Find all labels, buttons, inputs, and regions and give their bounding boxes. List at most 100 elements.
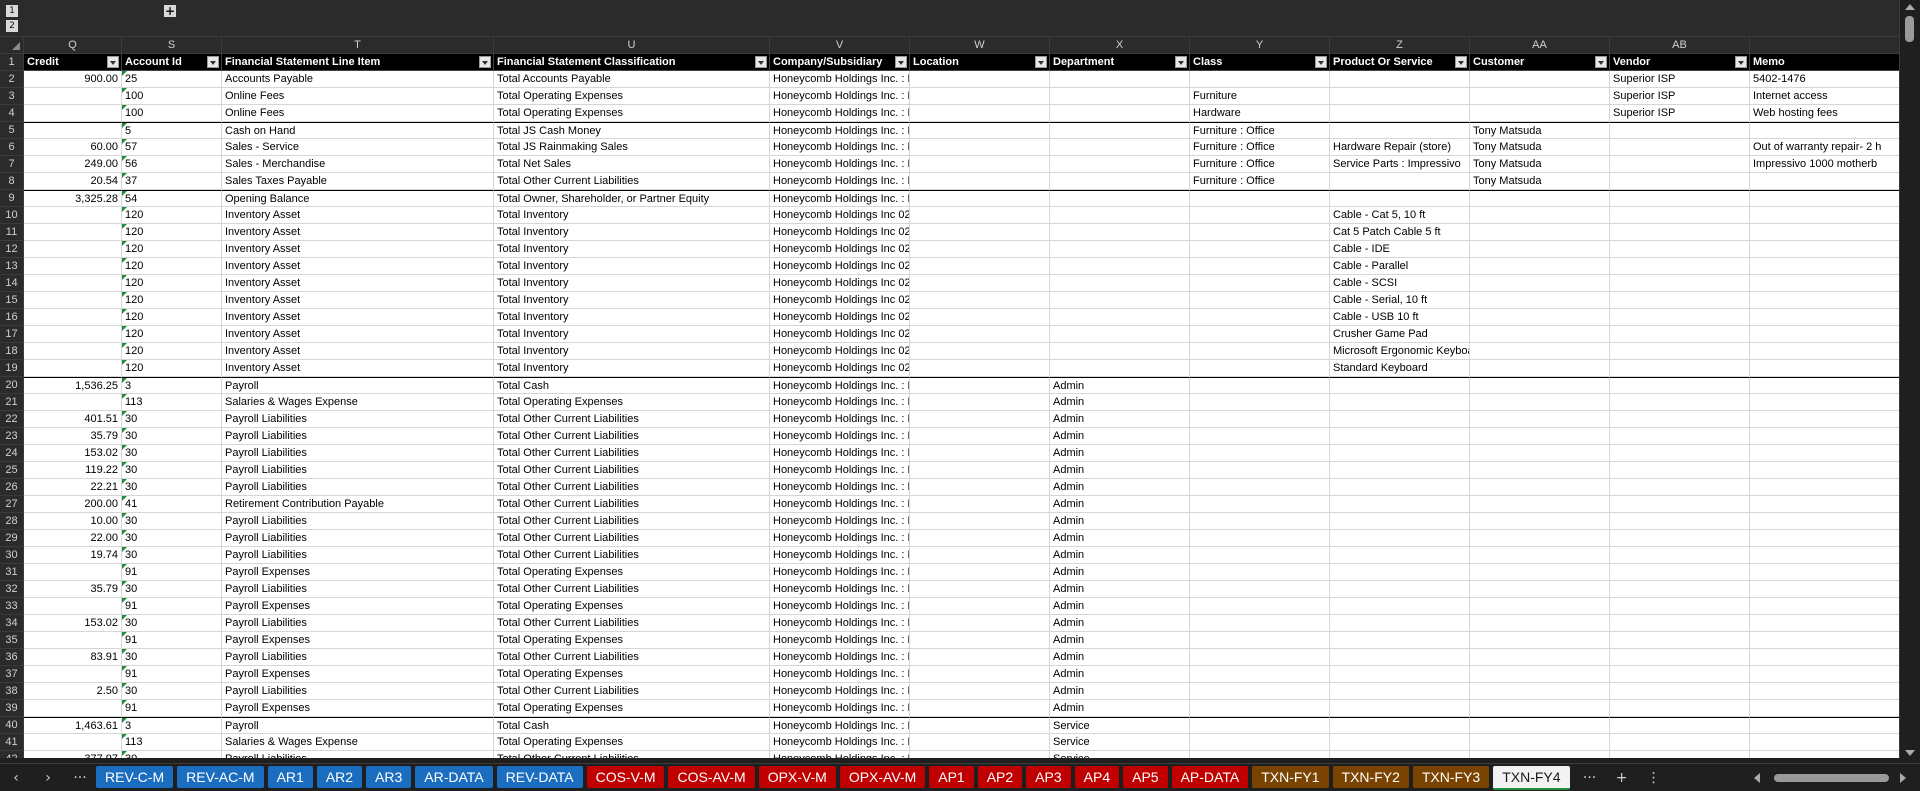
table-cell[interactable] (910, 343, 1050, 360)
row-number[interactable]: 16 (0, 309, 24, 326)
table-cell[interactable] (1750, 173, 1900, 190)
table-cell[interactable]: 30 (122, 513, 222, 530)
table-cell[interactable] (1610, 343, 1750, 360)
table-cell[interactable]: Total Other Current Liabilities (494, 683, 770, 700)
table-cell[interactable] (1330, 394, 1470, 411)
table-cell[interactable]: Honeycomb Holdings Inc 02: Boston (770, 224, 910, 241)
table-cell[interactable] (1190, 513, 1330, 530)
filter-dropdown-icon[interactable] (1455, 56, 1467, 68)
table-cell[interactable] (910, 275, 1050, 292)
table-cell[interactable]: Total Other Current Liabilities (494, 581, 770, 598)
table-cell[interactable] (1050, 207, 1190, 224)
table-cell[interactable]: Payroll Liabilities (222, 462, 494, 479)
table-cell[interactable]: Total JS Rainmaking Sales (494, 139, 770, 156)
table-cell[interactable] (1470, 700, 1610, 717)
table-cell[interactable] (1470, 717, 1610, 734)
table-cell[interactable]: Superior ISP (1610, 71, 1750, 88)
table-cell[interactable] (1470, 428, 1610, 445)
table-cell[interactable] (910, 666, 1050, 683)
table-cell[interactable] (1330, 581, 1470, 598)
table-cell[interactable]: 30 (122, 649, 222, 666)
table-cell[interactable] (1190, 326, 1330, 343)
table-cell[interactable] (1050, 258, 1190, 275)
table-cell[interactable]: Total Inventory (494, 326, 770, 343)
table-cell[interactable] (910, 615, 1050, 632)
table-cell[interactable] (910, 445, 1050, 462)
column-letter[interactable]: Z (1330, 37, 1470, 53)
table-cell[interactable] (1470, 71, 1610, 88)
table-cell[interactable]: 22.21 (24, 479, 122, 496)
table-cell[interactable] (1750, 683, 1900, 700)
table-cell[interactable]: Admin (1050, 530, 1190, 547)
table-cell[interactable] (1610, 700, 1750, 717)
table-cell[interactable]: Honeycomb Holdings Inc. : Honeycomb Mfg. (770, 496, 910, 513)
table-cell[interactable] (1470, 377, 1610, 394)
column-header[interactable]: Class (1190, 54, 1330, 71)
table-cell[interactable] (1050, 360, 1190, 377)
table-cell[interactable] (1610, 156, 1750, 173)
table-cell[interactable]: 57 (122, 139, 222, 156)
table-cell[interactable]: Total Other Current Liabilities (494, 462, 770, 479)
table-cell[interactable] (1750, 360, 1900, 377)
vertical-scrollbar[interactable] (1899, 0, 1920, 758)
table-cell[interactable]: Service (1050, 734, 1190, 751)
table-cell[interactable]: Hardware Repair (store) (1330, 139, 1470, 156)
table-cell[interactable] (1330, 479, 1470, 496)
table-cell[interactable] (910, 700, 1050, 717)
table-cell[interactable] (1330, 190, 1470, 207)
table-cell[interactable] (1610, 751, 1750, 758)
table-cell[interactable] (1330, 717, 1470, 734)
table-cell[interactable]: Total Other Current Liabilities (494, 547, 770, 564)
more-sheets-left-button[interactable]: ··· (64, 770, 96, 786)
table-cell[interactable] (1750, 513, 1900, 530)
sheet-options-button[interactable]: ⋮ (1638, 770, 1670, 786)
table-cell[interactable]: Honeycomb Holdings Inc. : Honeycomb Mfg. (770, 428, 910, 445)
column-letter[interactable]: W (910, 37, 1050, 53)
table-cell[interactable]: Inventory Asset (222, 207, 494, 224)
table-cell[interactable] (910, 377, 1050, 394)
table-cell[interactable] (1330, 615, 1470, 632)
table-cell[interactable] (910, 632, 1050, 649)
table-cell[interactable] (24, 632, 122, 649)
table-cell[interactable] (1750, 717, 1900, 734)
table-cell[interactable]: 30 (122, 411, 222, 428)
table-cell[interactable] (1470, 581, 1610, 598)
table-cell[interactable]: Honeycomb Holdings Inc. : Honeycomb Mfg. (770, 564, 910, 581)
table-cell[interactable]: Furniture : Office (1190, 173, 1330, 190)
table-cell[interactable]: Crusher Game Pad (1330, 326, 1470, 343)
sheet-tab[interactable]: TXN-FY4 (1493, 765, 1570, 790)
row-number[interactable]: 35 (0, 632, 24, 649)
filter-dropdown-icon[interactable] (479, 56, 491, 68)
filter-dropdown-icon[interactable] (755, 56, 767, 68)
horizontal-scrollbar[interactable] (1746, 772, 1906, 784)
sheet-tab[interactable]: COS-AV-M (668, 765, 755, 788)
row-number[interactable]: 1 (0, 54, 24, 71)
table-cell[interactable]: Inventory Asset (222, 275, 494, 292)
table-cell[interactable] (1610, 615, 1750, 632)
table-cell[interactable] (24, 122, 122, 139)
next-sheet-button[interactable]: › (32, 770, 64, 786)
table-cell[interactable] (1470, 683, 1610, 700)
table-cell[interactable]: Total Other Current Liabilities (494, 445, 770, 462)
table-cell[interactable]: Superior ISP (1610, 105, 1750, 122)
table-cell[interactable] (1470, 411, 1610, 428)
table-cell[interactable] (1610, 207, 1750, 224)
row-number[interactable]: 3 (0, 88, 24, 105)
row-number[interactable]: 15 (0, 292, 24, 309)
table-cell[interactable] (24, 224, 122, 241)
table-cell[interactable] (1470, 292, 1610, 309)
table-cell[interactable]: 91 (122, 700, 222, 717)
table-cell[interactable]: 35.79 (24, 581, 122, 598)
table-cell[interactable] (1470, 530, 1610, 547)
table-cell[interactable] (1750, 547, 1900, 564)
table-cell[interactable]: Furniture (1190, 88, 1330, 105)
table-cell[interactable] (1610, 292, 1750, 309)
table-cell[interactable] (910, 326, 1050, 343)
expand-group-button[interactable]: + (164, 5, 176, 17)
table-cell[interactable]: Honeycomb Holdings Inc. : Honeycomb Mfg. (770, 71, 910, 88)
table-cell[interactable] (24, 275, 122, 292)
table-cell[interactable] (910, 581, 1050, 598)
sheet-tab[interactable]: AR3 (366, 765, 412, 788)
table-cell[interactable]: 91 (122, 564, 222, 581)
table-cell[interactable]: Total Accounts Payable (494, 71, 770, 88)
